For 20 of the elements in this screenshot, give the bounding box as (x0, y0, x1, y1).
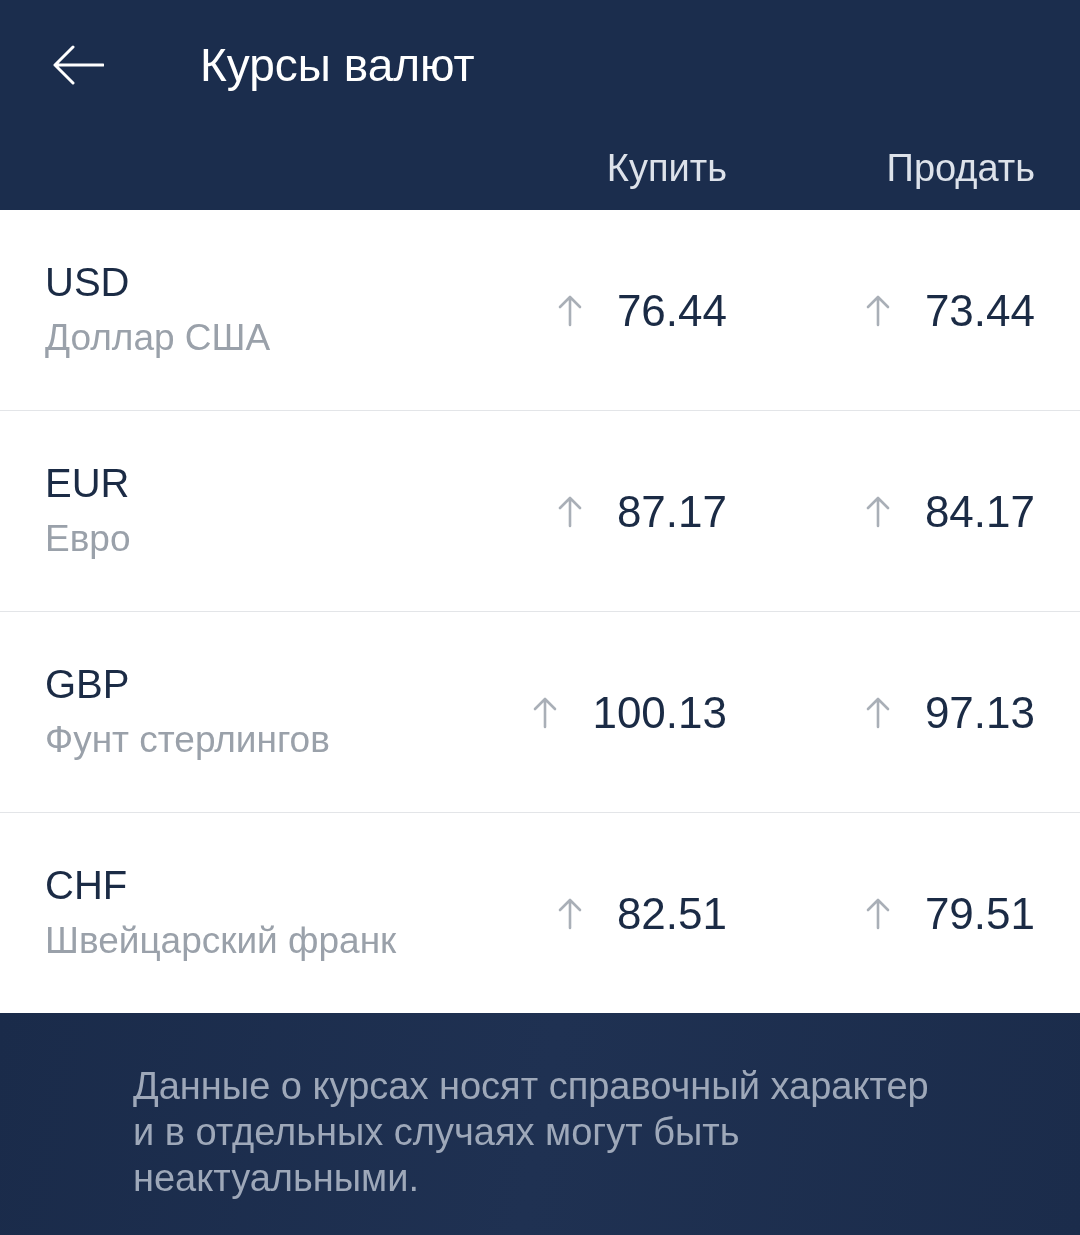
column-header: Продать (886, 149, 1035, 187)
back-button[interactable] (52, 45, 104, 85)
disclaimer-text: Данные о курсах носят справочный характер и в отдельных случаях могут быть неактуальными. (133, 1064, 930, 1201)
sell-rate: 97.13 (924, 691, 1035, 735)
sell-rate: 79.51 (924, 892, 1035, 936)
buy-rate: 100.13 (592, 691, 727, 735)
sell-rate: 84.17 (924, 490, 1035, 534)
sell-rate: 73.44 (924, 289, 1035, 333)
currency-name: Евро (45, 517, 131, 561)
currency-code: EUR (45, 460, 130, 506)
currency-code: GBP (45, 661, 130, 707)
buy-rate: 82.51 (616, 892, 727, 936)
buy-rate: 87.17 (616, 490, 727, 534)
currency-name: Швейцарский франк (45, 919, 397, 963)
currency-code: CHF (45, 862, 128, 908)
buy-rate: 76.44 (616, 289, 727, 333)
column-header: Купить (606, 149, 727, 187)
currency-code: USD (45, 259, 130, 305)
currency-name: Доллар США (45, 316, 271, 360)
currency-name: Фунт стерлингов (45, 718, 330, 762)
